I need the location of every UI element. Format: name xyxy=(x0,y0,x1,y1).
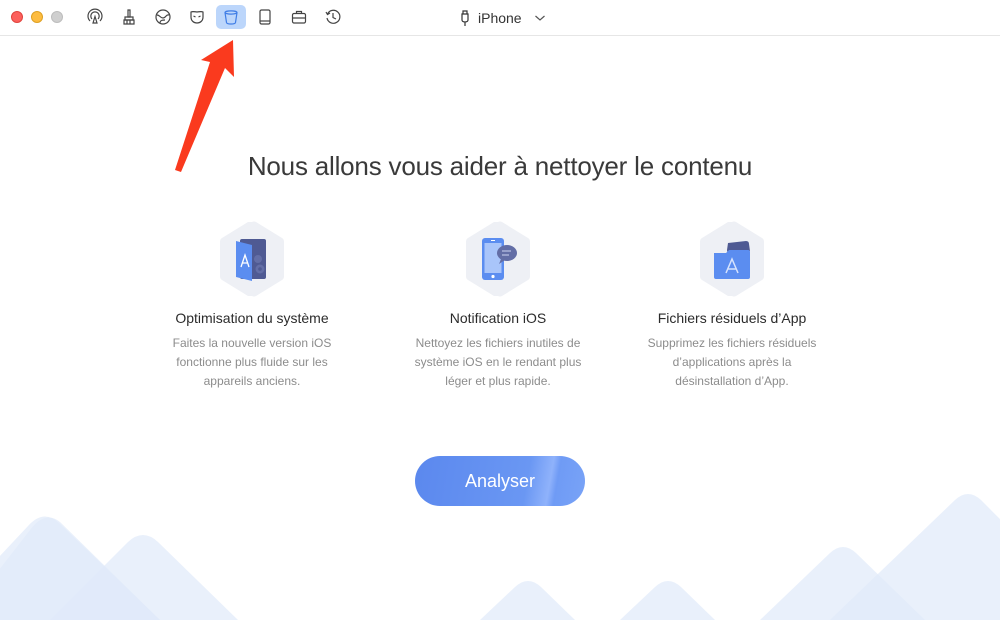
tool-cleaner[interactable] xyxy=(114,5,144,29)
description-line: léger et plus rapide. xyxy=(445,374,551,388)
description-line: Nettoyez les fichiers inutiles de xyxy=(415,336,581,350)
device-name: iPhone xyxy=(478,9,522,26)
tool-browser[interactable] xyxy=(148,5,178,29)
feature-title: Optimisation du système xyxy=(175,310,329,326)
feature-system-optimization: Optimisation du système Faites la nouvel… xyxy=(132,220,372,391)
feature-description: Supprimez les fichiers résiduels d’appli… xyxy=(612,334,852,391)
title-bar: iPhone xyxy=(0,0,1000,36)
tool-airbackup[interactable] xyxy=(80,5,110,29)
feature-app-residue: Fichiers résiduels d’App Supprimez les f… xyxy=(612,220,852,391)
description-line: système iOS en le rendant plus xyxy=(414,355,582,369)
airplay-icon xyxy=(87,8,103,24)
system-optimize-icon xyxy=(236,239,266,281)
tool-privacy[interactable] xyxy=(182,5,212,29)
tool-clean-content[interactable] xyxy=(216,5,246,29)
bucket-icon xyxy=(224,10,238,25)
tool-device[interactable] xyxy=(250,5,280,29)
chevron-down-icon xyxy=(534,15,545,21)
lightning-cable-icon xyxy=(461,9,469,26)
description-line: appareils anciens. xyxy=(203,374,301,388)
feature-description: Faites la nouvelle version iOS fonctionn… xyxy=(132,334,372,391)
feature-icon-container xyxy=(464,220,532,298)
brush-icon xyxy=(123,9,135,25)
maximize-window-button[interactable] xyxy=(51,11,63,23)
history-icon xyxy=(325,9,341,24)
ios-notification-icon xyxy=(482,238,517,280)
tool-toolkit[interactable] xyxy=(284,5,314,29)
description-line: Faites la nouvelle version iOS xyxy=(172,336,332,350)
description-line: Supprimez les fichiers résiduels xyxy=(647,336,817,350)
feature-description: Nettoyez les fichiers inutiles de systèm… xyxy=(378,334,618,391)
minimize-window-button[interactable] xyxy=(31,11,43,23)
briefcase-icon xyxy=(291,10,307,24)
globe-icon xyxy=(155,9,171,25)
feature-ios-notification: Notification iOS Nettoyez les fichiers i… xyxy=(378,220,618,391)
feature-title: Fichiers résiduels d’App xyxy=(657,310,807,326)
feature-icon-container xyxy=(698,220,766,298)
tablet-icon xyxy=(259,9,271,25)
analyse-button[interactable]: Analyser xyxy=(415,456,585,506)
tool-history[interactable] xyxy=(318,5,348,29)
page-title: Nous allons vous aider à nettoyer le con… xyxy=(247,151,753,182)
mask-icon xyxy=(190,10,204,24)
description-line: d’applications après la xyxy=(672,355,792,369)
device-selector[interactable]: iPhone xyxy=(460,0,546,35)
feature-title: Notification iOS xyxy=(449,310,547,326)
close-window-button[interactable] xyxy=(11,11,23,23)
description-line: fonctionne plus fluide sur les xyxy=(176,355,328,369)
app-residue-icon xyxy=(714,241,750,279)
description-line: désinstallation d’App. xyxy=(675,374,789,388)
feature-icon-container xyxy=(218,220,286,298)
